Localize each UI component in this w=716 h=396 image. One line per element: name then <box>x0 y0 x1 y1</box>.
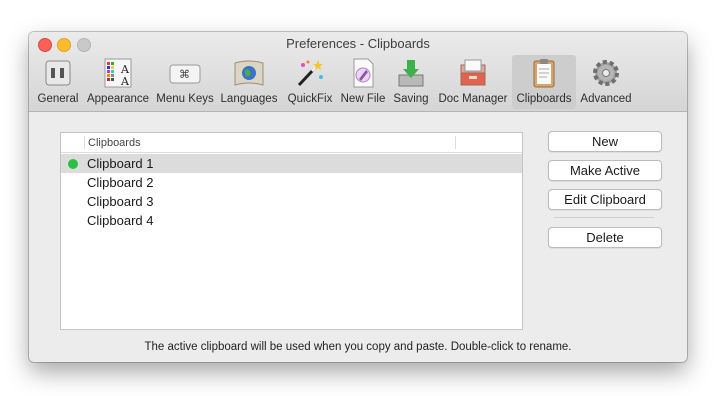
toolbar-label-quickfix: QuickFix <box>287 93 333 105</box>
help-text: The active clipboard will be used when y… <box>144 341 572 353</box>
toolbar: General A A Appearance ⌘ Menu Keys Langu… <box>29 54 687 111</box>
toolbar-item-clipboards[interactable]: Clipboards <box>512 55 576 109</box>
advanced-icon <box>593 60 619 86</box>
column-header-clipboards[interactable]: Clipboards <box>88 137 141 149</box>
command-glyph: ⌘ <box>179 68 190 81</box>
toolbar-item-doc-manager[interactable]: Doc Manager <box>435 55 511 109</box>
table-row[interactable]: Clipboard 3 <box>61 192 522 211</box>
clipboards-table[interactable]: Clipboards Clipboard 1 Clipboard 2 Clipb… <box>60 132 523 330</box>
menu-keys-icon: ⌘ <box>169 64 201 84</box>
make-active-button[interactable]: Make Active <box>548 160 662 181</box>
toolbar-label-menu-keys: Menu Keys <box>156 93 214 105</box>
toolbar-label-languages: Languages <box>220 93 278 105</box>
toolbar-label-advanced: Advanced <box>580 93 632 105</box>
languages-icon <box>234 60 264 86</box>
toolbar-item-saving[interactable]: Saving <box>390 55 432 109</box>
table-row[interactable]: Clipboard 4 <box>61 211 522 230</box>
preferences-window: Preferences - Clipboards General A A App… <box>29 32 687 362</box>
clipboard-name: Clipboard 1 <box>87 156 154 171</box>
saving-icon <box>398 60 424 87</box>
toolbar-item-general[interactable]: General <box>33 55 83 109</box>
table-row[interactable]: Clipboard 2 <box>61 173 522 192</box>
new-button[interactable]: New <box>548 131 662 152</box>
table-row[interactable]: Clipboard 1 <box>61 154 522 173</box>
delete-button[interactable]: Delete <box>548 227 662 248</box>
appearance-icon: A A <box>104 58 132 88</box>
toolbar-item-new-file[interactable]: New File <box>338 55 388 109</box>
active-indicator-dot <box>68 159 78 169</box>
toolbar-label-new-file: New File <box>340 93 386 105</box>
column-divider <box>84 136 85 149</box>
column-divider <box>455 136 456 149</box>
toolbar-label-clipboards: Clipboards <box>516 93 572 105</box>
clipboard-name: Clipboard 2 <box>87 175 154 190</box>
table-header: Clipboards <box>61 133 522 153</box>
toolbar-item-advanced[interactable]: Advanced <box>578 55 634 109</box>
doc-manager-icon <box>460 59 486 86</box>
toolbar-label-general: General <box>37 93 79 105</box>
quickfix-icon <box>297 60 323 87</box>
appearance-glyph-bottom: A <box>120 75 130 88</box>
button-divider <box>554 217 654 218</box>
titlebar: Preferences - Clipboards General A A App… <box>29 32 687 112</box>
clipboard-name: Clipboard 3 <box>87 194 154 209</box>
toolbar-item-appearance[interactable]: A A Appearance <box>83 55 153 109</box>
toolbar-item-menu-keys[interactable]: ⌘ Menu Keys <box>155 55 215 109</box>
new-file-icon <box>353 58 374 88</box>
clipboard-name: Clipboard 4 <box>87 213 154 228</box>
toolbar-item-languages[interactable]: Languages <box>218 55 280 109</box>
toolbar-item-quickfix[interactable]: QuickFix <box>285 55 335 109</box>
toolbar-label-saving: Saving <box>393 93 429 105</box>
edit-clipboard-button[interactable]: Edit Clipboard <box>548 189 662 210</box>
general-icon <box>45 60 71 86</box>
clipboards-icon <box>533 59 555 88</box>
window-title: Preferences - Clipboards <box>286 36 430 51</box>
toolbar-label-appearance: Appearance <box>86 93 150 105</box>
toolbar-label-doc-manager: Doc Manager <box>438 93 508 105</box>
